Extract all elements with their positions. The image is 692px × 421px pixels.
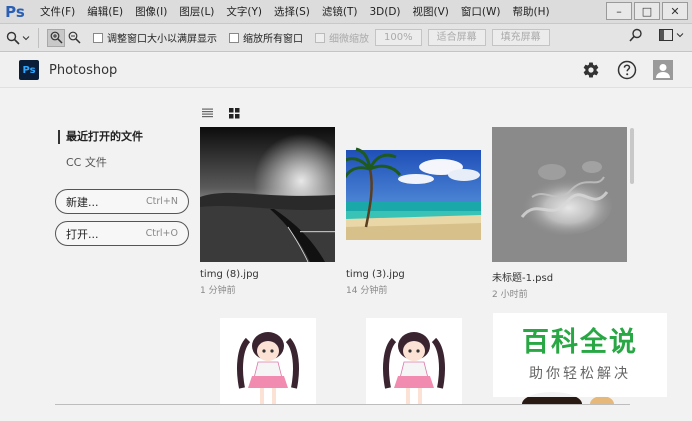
open-shortcut: Ctrl+O <box>145 228 178 239</box>
grid-view-toggle[interactable] <box>227 106 241 120</box>
help-button[interactable] <box>615 58 639 82</box>
photoshop-app-icon: Ps <box>19 60 39 80</box>
minimize-button[interactable]: – <box>606 2 632 20</box>
fill-screen-button[interactable]: 填充屏幕 <box>491 29 550 46</box>
file-time: 2 小时前 <box>492 290 528 300</box>
list-view-toggle[interactable] <box>200 106 214 120</box>
file-thumbnail[interactable] <box>346 127 481 262</box>
checkbox-box[interactable] <box>93 32 103 43</box>
file-name: 未标题-1.psd <box>492 273 554 284</box>
open-button[interactable]: 打开... Ctrl+O <box>55 221 189 246</box>
left-panel: 最近打开的文件 CC 文件 新建... Ctrl+N 打开... Ctrl+O <box>0 89 200 421</box>
menu-image[interactable]: 图像(I) <box>129 0 173 24</box>
menu-help[interactable]: 帮助(H) <box>507 0 556 24</box>
home-header: Ps Photoshop <box>0 53 692 88</box>
menu-type[interactable]: 文字(Y) <box>220 0 268 24</box>
user-avatar[interactable] <box>651 58 675 82</box>
app-name: Photoshop <box>49 62 118 78</box>
menu-view[interactable]: 视图(V) <box>407 0 455 24</box>
file-thumbnail[interactable] <box>492 127 627 262</box>
anime-girl-thumbnail <box>366 318 462 404</box>
header-actions <box>579 58 675 82</box>
gear-icon <box>583 62 599 78</box>
zoom-tool-icon <box>6 31 20 45</box>
anime-girl-thumbnail <box>220 318 316 404</box>
recent-file-card[interactable]: 未标题-1.psd 2 小时前 <box>492 127 627 300</box>
zoom-in-icon <box>50 31 63 44</box>
recent-file-card[interactable] <box>200 318 335 404</box>
menu-filter[interactable]: 滤镜(T) <box>316 0 364 24</box>
zoom-all-label: 缩放所有窗口 <box>243 34 303 45</box>
scrollbar[interactable] <box>630 128 634 184</box>
scrubby-zoom-label: 细微缩放 <box>329 34 369 45</box>
smoke-psd-thumbnail <box>492 127 627 262</box>
menu-file[interactable]: 文件(F) <box>34 0 81 24</box>
help-icon <box>617 60 637 80</box>
menu-3d[interactable]: 3D(D) <box>363 0 406 24</box>
options-right-tools <box>629 28 684 42</box>
nav-recent-files[interactable]: 最近打开的文件 <box>58 130 143 144</box>
scrubby-zoom-checkbox[interactable]: 细微缩放 <box>315 30 369 45</box>
photoshop-logo-icon: Ps <box>5 2 25 21</box>
recent-file-card[interactable]: timg (3).jpg 14 分钟前 <box>346 127 481 296</box>
resize-window-checkbox[interactable]: 调整窗口大小以满屏显示 <box>93 30 217 45</box>
checkbox-box[interactable] <box>229 32 239 43</box>
settings-button[interactable] <box>579 58 603 82</box>
zoom-100-button[interactable]: 100% <box>375 29 422 46</box>
workspace-icon <box>659 29 673 41</box>
nav-cc-files[interactable]: CC 文件 <box>66 154 107 170</box>
chevron-down-icon <box>22 35 30 40</box>
fit-screen-button[interactable]: 适合屏幕 <box>427 29 486 46</box>
workspace-switcher[interactable] <box>659 29 684 41</box>
watermark-subtitle: 助你轻松解决 <box>529 366 631 382</box>
open-button-label: 打开... <box>66 227 99 241</box>
search-icon[interactable] <box>629 28 643 42</box>
road-bw-thumbnail <box>200 127 335 262</box>
recent-file-card[interactable]: timg (8).jpg 1 分钟前 <box>200 127 335 296</box>
window-controls: – □ ✕ <box>606 2 688 20</box>
menu-list: 文件(F) 编辑(E) 图像(I) 图层(L) 文字(Y) 选择(S) 滤镜(T… <box>34 0 556 24</box>
recent-file-card[interactable] <box>346 318 481 404</box>
zoom-out-icon <box>68 31 81 44</box>
file-name: timg (8).jpg <box>200 269 259 280</box>
file-time: 14 分钟前 <box>346 286 388 296</box>
file-time: 1 分钟前 <box>200 286 236 296</box>
resize-window-label: 调整窗口大小以满屏显示 <box>107 34 217 45</box>
file-thumbnail[interactable] <box>200 127 335 262</box>
zoom-all-checkbox[interactable]: 缩放所有窗口 <box>229 30 303 45</box>
grid-view-icon <box>228 107 239 118</box>
menu-select[interactable]: 选择(S) <box>268 0 316 24</box>
beach-palm-thumbnail <box>346 147 481 240</box>
file-name: timg (3).jpg <box>346 269 405 280</box>
watermark-title: 百科全说 <box>522 327 638 358</box>
zoom-out-button[interactable] <box>65 29 83 47</box>
new-button-label: 新建... <box>66 195 99 209</box>
new-shortcut: Ctrl+N <box>146 196 178 207</box>
menu-edit[interactable]: 编辑(E) <box>81 0 129 24</box>
menu-window[interactable]: 窗口(W) <box>455 0 507 24</box>
avatar-icon <box>653 60 673 80</box>
options-bar: 调整窗口大小以满屏显示 缩放所有窗口 细微缩放 100% 适合屏幕 填充屏幕 <box>0 24 692 52</box>
menu-layer[interactable]: 图层(L) <box>173 0 220 24</box>
checkbox-box[interactable] <box>315 32 325 43</box>
zoom-tool-preset[interactable] <box>6 27 39 48</box>
list-view-icon <box>201 108 213 118</box>
file-thumbnail[interactable] <box>346 318 481 404</box>
file-thumbnail[interactable] <box>200 318 335 404</box>
chevron-down-icon <box>676 33 684 38</box>
zoom-in-button[interactable] <box>47 28 65 47</box>
close-button[interactable]: ✕ <box>662 2 688 20</box>
new-button[interactable]: 新建... Ctrl+N <box>55 189 189 214</box>
watermark-overlay: 百科全说 助你轻松解决 <box>493 313 667 397</box>
divider <box>55 404 630 405</box>
menu-bar: Ps 文件(F) 编辑(E) 图像(I) 图层(L) 文字(Y) 选择(S) 滤… <box>0 0 692 24</box>
maximize-button[interactable]: □ <box>634 2 660 20</box>
